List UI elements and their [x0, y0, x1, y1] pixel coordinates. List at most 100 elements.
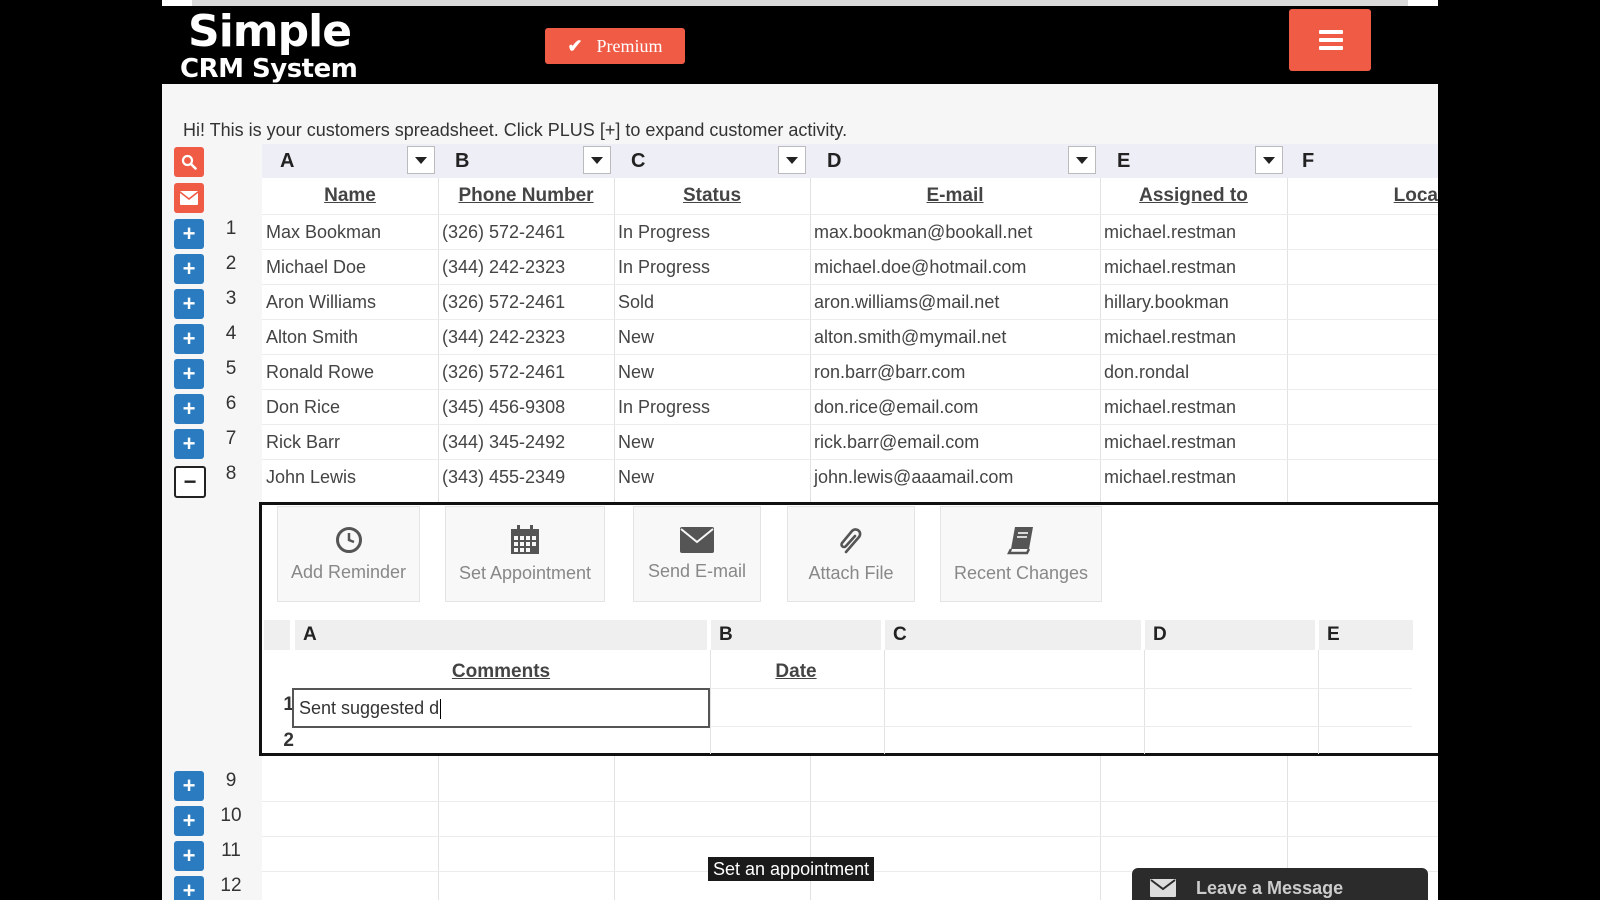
- column-c-dropdown[interactable]: [778, 146, 806, 174]
- comment-cell-editor[interactable]: Sent suggested d: [292, 688, 710, 728]
- date-header[interactable]: Date: [711, 656, 881, 688]
- column-b-dropdown[interactable]: [583, 146, 611, 174]
- cell-name[interactable]: Ronald Rowe: [263, 355, 438, 390]
- cell-email[interactable]: john.lewis@aaamail.com: [811, 460, 1100, 495]
- cell-phone[interactable]: (345) 456-9308: [439, 390, 614, 425]
- add-reminder-label: Add Reminder: [290, 561, 407, 582]
- expand-row-button[interactable]: +: [174, 806, 204, 836]
- leave-message-label: Leave a Message: [1196, 877, 1344, 898]
- sub-column-d[interactable]: D: [1145, 620, 1315, 650]
- logo[interactable]: Simple CRM System: [180, 6, 358, 83]
- header-name[interactable]: Name: [262, 178, 438, 214]
- column-letter-d[interactable]: D: [821, 144, 1021, 178]
- collapse-row-button[interactable]: −: [174, 466, 206, 498]
- cell-name[interactable]: Alton Smith: [263, 320, 438, 355]
- expand-row-button[interactable]: +: [174, 359, 204, 389]
- row-number: 4: [225, 323, 237, 344]
- header-status[interactable]: Status: [614, 178, 810, 214]
- email-all-button[interactable]: [174, 183, 204, 213]
- cell-email[interactable]: alton.smith@mymail.net: [811, 320, 1100, 355]
- sub-column-a[interactable]: A: [295, 620, 707, 650]
- cell-status[interactable]: In Progress: [615, 390, 810, 425]
- cell-phone[interactable]: (326) 572-2461: [439, 285, 614, 320]
- header-location[interactable]: Loca: [1287, 178, 1438, 214]
- cell-phone[interactable]: (326) 572-2461: [439, 355, 614, 390]
- expand-row-button[interactable]: +: [174, 324, 204, 354]
- column-d-dropdown[interactable]: [1068, 146, 1096, 174]
- hamburger-menu-button[interactable]: [1289, 9, 1371, 71]
- cell-email[interactable]: aron.williams@mail.net: [811, 285, 1100, 320]
- cell-assigned[interactable]: don.rondal: [1101, 355, 1287, 390]
- cell-phone[interactable]: (344) 242-2323: [439, 320, 614, 355]
- column-letter-f[interactable]: F: [1296, 144, 1376, 178]
- envelope-icon: [1150, 879, 1176, 897]
- cell-status[interactable]: In Progress: [615, 215, 810, 250]
- header-phone[interactable]: Phone Number: [438, 178, 614, 214]
- sub-column-b[interactable]: B: [711, 620, 881, 650]
- attach-file-button[interactable]: Attach File: [787, 506, 915, 602]
- expand-row-button[interactable]: +: [174, 219, 204, 249]
- cell-email[interactable]: rick.barr@email.com: [811, 425, 1100, 460]
- cell-assigned[interactable]: michael.restman: [1101, 250, 1287, 285]
- leave-message-widget[interactable]: Leave a Message: [1132, 868, 1428, 900]
- expand-row-button[interactable]: +: [174, 394, 204, 424]
- caret-down-icon: [786, 156, 798, 164]
- column-letter-a[interactable]: A: [274, 144, 404, 178]
- cell-assigned[interactable]: michael.restman: [1101, 215, 1287, 250]
- sub-column-e[interactable]: E: [1319, 620, 1413, 650]
- search-button[interactable]: [174, 147, 204, 177]
- column-letter-c[interactable]: C: [625, 144, 745, 178]
- column-e-dropdown[interactable]: [1255, 146, 1283, 174]
- recent-changes-button[interactable]: Recent Changes: [940, 506, 1102, 602]
- cell-status[interactable]: New: [615, 425, 810, 460]
- add-reminder-button[interactable]: Add Reminder: [277, 506, 420, 602]
- column-letter-e[interactable]: E: [1111, 144, 1231, 178]
- cell-email[interactable]: michael.doe@hotmail.com: [811, 250, 1100, 285]
- cell-assigned[interactable]: hillary.bookman: [1101, 285, 1287, 320]
- cell-email[interactable]: don.rice@email.com: [811, 390, 1100, 425]
- comments-header[interactable]: Comments: [295, 656, 707, 688]
- sub-row-number: 2: [283, 730, 294, 751]
- header-assigned[interactable]: Assigned to: [1100, 178, 1287, 214]
- column-a-dropdown[interactable]: [407, 146, 435, 174]
- cell-status[interactable]: In Progress: [615, 250, 810, 285]
- expand-row-button[interactable]: +: [174, 841, 204, 871]
- premium-button[interactable]: ✔ Premium: [545, 28, 685, 64]
- set-appointment-label: Set Appointment: [458, 562, 592, 583]
- cell-name[interactable]: Rick Barr: [263, 425, 438, 460]
- cell-assigned[interactable]: michael.restman: [1101, 320, 1287, 355]
- cell-phone[interactable]: (344) 242-2323: [439, 250, 614, 285]
- cell-status[interactable]: New: [615, 320, 810, 355]
- expand-row-button[interactable]: +: [174, 429, 204, 459]
- cell-assigned[interactable]: michael.restman: [1101, 425, 1287, 460]
- set-appointment-button[interactable]: Set Appointment: [445, 506, 605, 602]
- sub-column-c[interactable]: C: [885, 620, 1141, 650]
- cell-name[interactable]: Aron Williams: [263, 285, 438, 320]
- row-number: 11: [221, 840, 241, 861]
- send-email-button[interactable]: Send E-mail: [633, 506, 761, 602]
- cell-assigned[interactable]: michael.restman: [1101, 460, 1287, 495]
- cell-status[interactable]: Sold: [615, 285, 810, 320]
- grid-line: [884, 650, 885, 754]
- grid-line: [1144, 650, 1145, 754]
- cell-name[interactable]: John Lewis: [263, 460, 438, 495]
- header-email[interactable]: E-mail: [810, 178, 1100, 214]
- cell-name[interactable]: Don Rice: [263, 390, 438, 425]
- cell-status[interactable]: New: [615, 460, 810, 495]
- cell-name[interactable]: Max Bookman: [263, 215, 438, 250]
- column-letter-b[interactable]: B: [449, 144, 569, 178]
- cell-phone[interactable]: (344) 345-2492: [439, 425, 614, 460]
- cell-name[interactable]: Michael Doe: [263, 250, 438, 285]
- grid-line: [262, 836, 1438, 837]
- cell-email[interactable]: ron.barr@barr.com: [811, 355, 1100, 390]
- cell-email[interactable]: max.bookman@bookall.net: [811, 215, 1100, 250]
- cell-phone[interactable]: (326) 572-2461: [439, 215, 614, 250]
- cell-phone[interactable]: (343) 455-2349: [439, 460, 614, 495]
- cell-status[interactable]: New: [615, 355, 810, 390]
- cell-assigned[interactable]: michael.restman: [1101, 390, 1287, 425]
- expand-row-button[interactable]: +: [174, 254, 204, 284]
- expand-row-button[interactable]: +: [174, 771, 204, 801]
- logo-line-1: Simple: [188, 6, 352, 57]
- expand-row-button[interactable]: +: [174, 876, 204, 900]
- expand-row-button[interactable]: +: [174, 289, 204, 319]
